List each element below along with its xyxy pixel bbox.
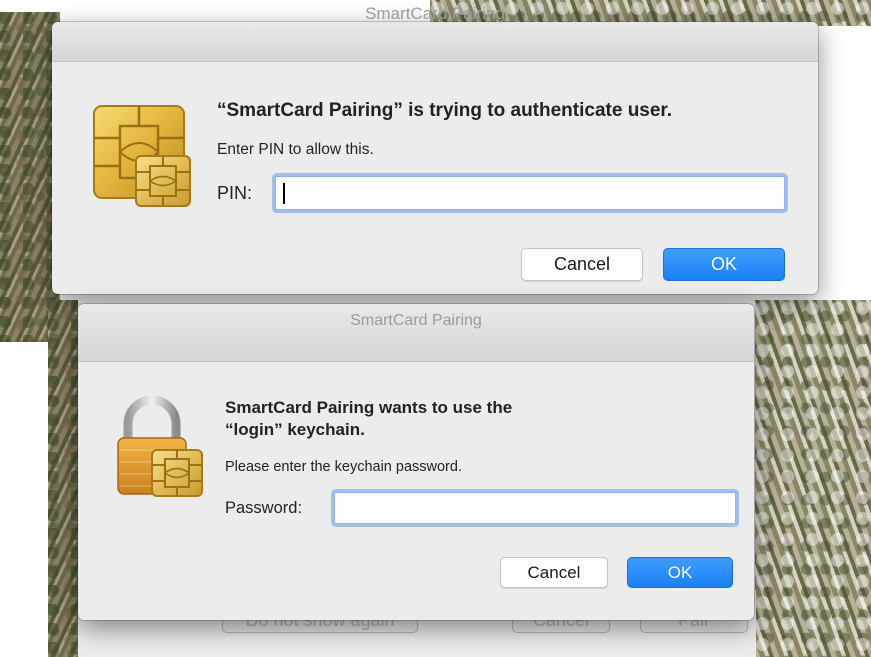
keychain-cancel-button[interactable]: Cancel <box>500 557 608 588</box>
keychain-dialog-heading-line2: “login” keychain. <box>225 420 365 439</box>
keychain-dialog-heading-line1: SmartCard Pairing wants to use the <box>225 398 513 417</box>
desktop-background-lower-left <box>48 300 78 657</box>
password-field-label: Password: <box>225 499 303 517</box>
pin-dialog-title: SmartCard Pairing <box>365 4 505 23</box>
desktop-background-left <box>0 12 60 342</box>
pin-ok-button[interactable]: OK <box>663 248 785 281</box>
smartcard-chip-icon <box>92 104 192 208</box>
keychain-ok-button[interactable]: OK <box>627 557 733 588</box>
pin-dialog-message: Enter PIN to allow this. <box>217 141 374 158</box>
pin-cancel-button[interactable]: Cancel <box>521 248 643 281</box>
keychain-dialog: SmartCard Pairing SmartCard Pairing want… <box>78 304 754 620</box>
pin-dialog-heading: “SmartCard Pairing” is trying to authent… <box>217 100 673 121</box>
keychain-dialog-title: SmartCard Pairing <box>350 312 482 329</box>
desktop-background-right <box>755 300 871 657</box>
pin-dialog-titlebar <box>52 22 818 62</box>
text-cursor <box>283 183 285 204</box>
password-input[interactable] <box>334 492 736 524</box>
pin-field-label: PIN: <box>217 183 253 203</box>
keychain-dialog-message: Please enter the keychain password. <box>225 459 462 475</box>
pin-dialog: “SmartCard Pairing” is trying to authent… <box>52 22 818 294</box>
padlock-smartcard-icon <box>116 394 206 498</box>
pin-input[interactable] <box>275 176 785 210</box>
